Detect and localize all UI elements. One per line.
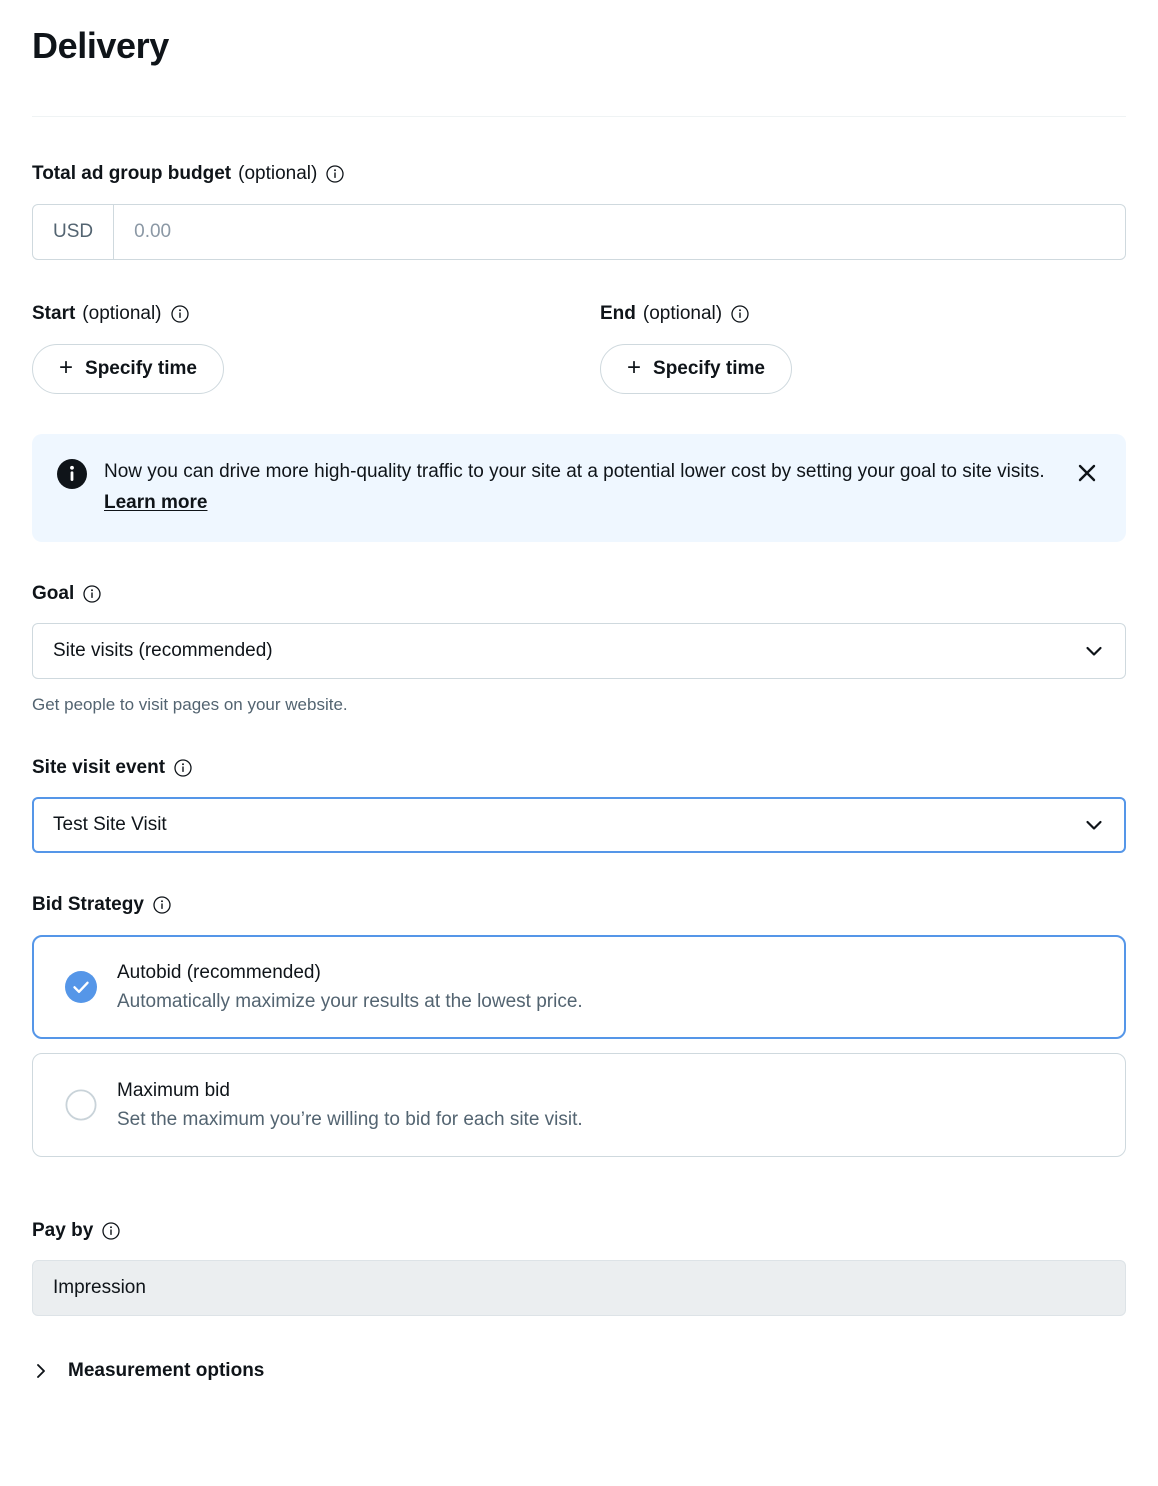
budget-optional-text: (optional) [238,163,318,184]
goal-section: Goal Site visits (recommended) Get peopl… [32,582,1126,716]
header-divider [32,116,1126,117]
end-specify-time-label: Specify time [653,358,765,379]
site-visit-event-section: Site visit event Test Site Visit [32,756,1126,853]
budget-input-wrapper[interactable]: USD [32,204,1126,260]
site-visit-event-select[interactable]: Test Site Visit [32,797,1126,853]
info-icon[interactable] [326,165,344,183]
end-optional-text: (optional) [642,303,723,324]
start-optional-text: (optional) [82,303,162,324]
bid-option-maximum-bid-description: Set the maximum you’re willing to bid fo… [117,1109,583,1130]
bid-strategy-section: Bid Strategy Autobid (recommended) Autom… [32,893,1126,1157]
bid-strategy-options: Autobid (recommended) Automatically maxi… [32,935,1126,1157]
pay-by-value: Impression [53,1277,146,1298]
total-ad-group-budget-label: Total ad group budget (optional) [32,162,1126,186]
info-icon[interactable] [102,1222,120,1240]
goal-label: Goal [32,582,1126,606]
page-title: Delivery [32,25,169,66]
goal-select[interactable]: Site visits (recommended) [32,623,1126,679]
delivery-page: Delivery Total ad group budget (optional… [0,0,1158,1382]
chevron-down-icon [1083,640,1105,662]
info-icon[interactable] [174,759,192,777]
start-label: Start (optional) [32,302,600,326]
pay-by-label-text: Pay by [32,1220,94,1241]
radio-checked-icon[interactable] [65,971,97,1003]
pay-by-label: Pay by [32,1219,1126,1243]
bid-option-maximum-bid-title: Maximum bid [117,1080,230,1101]
chevron-down-icon [1083,814,1105,836]
info-icon[interactable] [83,585,101,603]
end-specify-time-button[interactable]: + Specify time [600,344,792,394]
goal-label-text: Goal [32,583,75,604]
pay-by-section: Pay by Impression [32,1219,1126,1316]
bid-option-maximum-bid[interactable]: Maximum bid Set the maximum you’re willi… [32,1053,1126,1157]
total-ad-group-budget-section: Total ad group budget (optional) USD [32,162,1126,260]
pay-by-value-field: Impression [32,1260,1126,1316]
end-label: End (optional) [600,302,1158,326]
info-banner-text: Now you can drive more high-quality traf… [104,456,1072,518]
goal-helper-text: Get people to visit pages on your websit… [32,695,348,714]
currency-prefix: USD [33,205,115,259]
site-visit-event-label: Site visit event [32,756,1126,780]
goal-selected-value: Site visits (recommended) [53,640,273,661]
measurement-options-label: Measurement options [68,1360,265,1381]
info-icon[interactable] [170,305,189,323]
bid-strategy-label: Bid Strategy [32,893,1126,917]
bid-strategy-label-text: Bid Strategy [32,894,144,915]
learn-more-link[interactable]: Learn more [104,492,207,513]
info-icon[interactable] [731,305,749,323]
site-visit-event-selected-value: Test Site Visit [53,814,167,835]
bid-option-maximum-bid-text: Maximum bid Set the maximum you’re willi… [117,1077,583,1133]
bid-option-autobid-text: Autobid (recommended) Automatically maxi… [117,959,583,1015]
start-specify-time-button[interactable]: + Specify time [32,344,224,394]
start-label-text: Start [32,303,76,324]
start-column: Start (optional) + Specify time [32,302,600,394]
bid-option-autobid-description: Automatically maximize your results at t… [117,991,583,1012]
bid-option-autobid-title: Autobid (recommended) [117,962,321,983]
site-visit-event-label-text: Site visit event [32,757,166,778]
budget-amount-input[interactable] [114,205,1125,259]
budget-label-text: Total ad group budget [32,163,232,184]
end-column: End (optional) + Specify time [600,302,1158,394]
end-label-text: End [600,303,636,324]
info-banner-message: Now you can drive more high-quality traf… [104,461,1045,482]
plus-icon: + [59,354,74,381]
measurement-options-toggle[interactable]: Measurement options [32,1360,264,1382]
schedule-row: Start (optional) + Specify time End (opt… [32,302,1126,394]
info-filled-icon [56,458,88,490]
info-icon[interactable] [153,896,171,914]
start-specify-time-label: Specify time [85,358,197,379]
plus-icon: + [627,354,642,381]
chevron-right-icon [32,1362,50,1380]
info-banner: Now you can drive more high-quality traf… [32,434,1126,542]
bid-option-autobid[interactable]: Autobid (recommended) Automatically maxi… [32,935,1126,1039]
close-icon[interactable] [1072,458,1102,488]
radio-unchecked-icon[interactable] [65,1089,97,1121]
